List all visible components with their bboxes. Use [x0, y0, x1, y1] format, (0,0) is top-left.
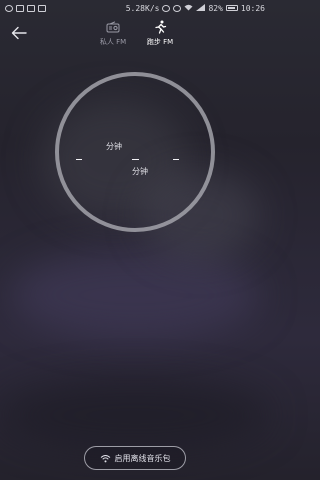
minutes-label-bottom: 分钟 [132, 167, 148, 176]
battery-icon [225, 5, 238, 11]
enable-offline-music-button[interactable]: 启用离线音乐包 [84, 446, 186, 470]
status-bar-left [5, 4, 46, 12]
back-arrow-icon [11, 26, 27, 40]
net-speed: 5.28K/s [125, 3, 160, 13]
status-bar: 5.28K/s 82% 10:26 [0, 0, 270, 16]
tab-private-fm[interactable]: 私人 FM [93, 20, 133, 50]
notification-icon [5, 4, 13, 12]
dash-marker [76, 159, 82, 160]
signal-icon [196, 3, 206, 13]
image-icon [16, 4, 24, 12]
tab-private-fm-label: 私人 FM [99, 38, 127, 46]
radio-icon [105, 20, 121, 34]
wifi-icon [100, 454, 110, 462]
app-icon [27, 4, 35, 12]
minutes-label-top: 分钟 [106, 142, 122, 151]
battery-level: 82% [208, 3, 223, 13]
back-button[interactable] [8, 22, 30, 44]
alarm-icon [162, 4, 171, 12]
clock: 10:26 [240, 3, 265, 13]
running-icon [152, 20, 168, 34]
enable-offline-music-label: 启用离线音乐包 [114, 453, 171, 463]
status-bar-right: 5.28K/s 82% 10:26 [125, 3, 265, 13]
running-tempo-ring[interactable] [55, 72, 215, 232]
dash-marker [132, 159, 139, 160]
dash-marker [173, 159, 179, 160]
wifi-status-icon [184, 4, 193, 13]
tab-running-fm-label: 跑步 FM [146, 38, 174, 46]
location-icon [173, 4, 182, 12]
tab-running-fm[interactable]: 跑步 FM [140, 20, 180, 50]
message-icon [38, 4, 46, 12]
